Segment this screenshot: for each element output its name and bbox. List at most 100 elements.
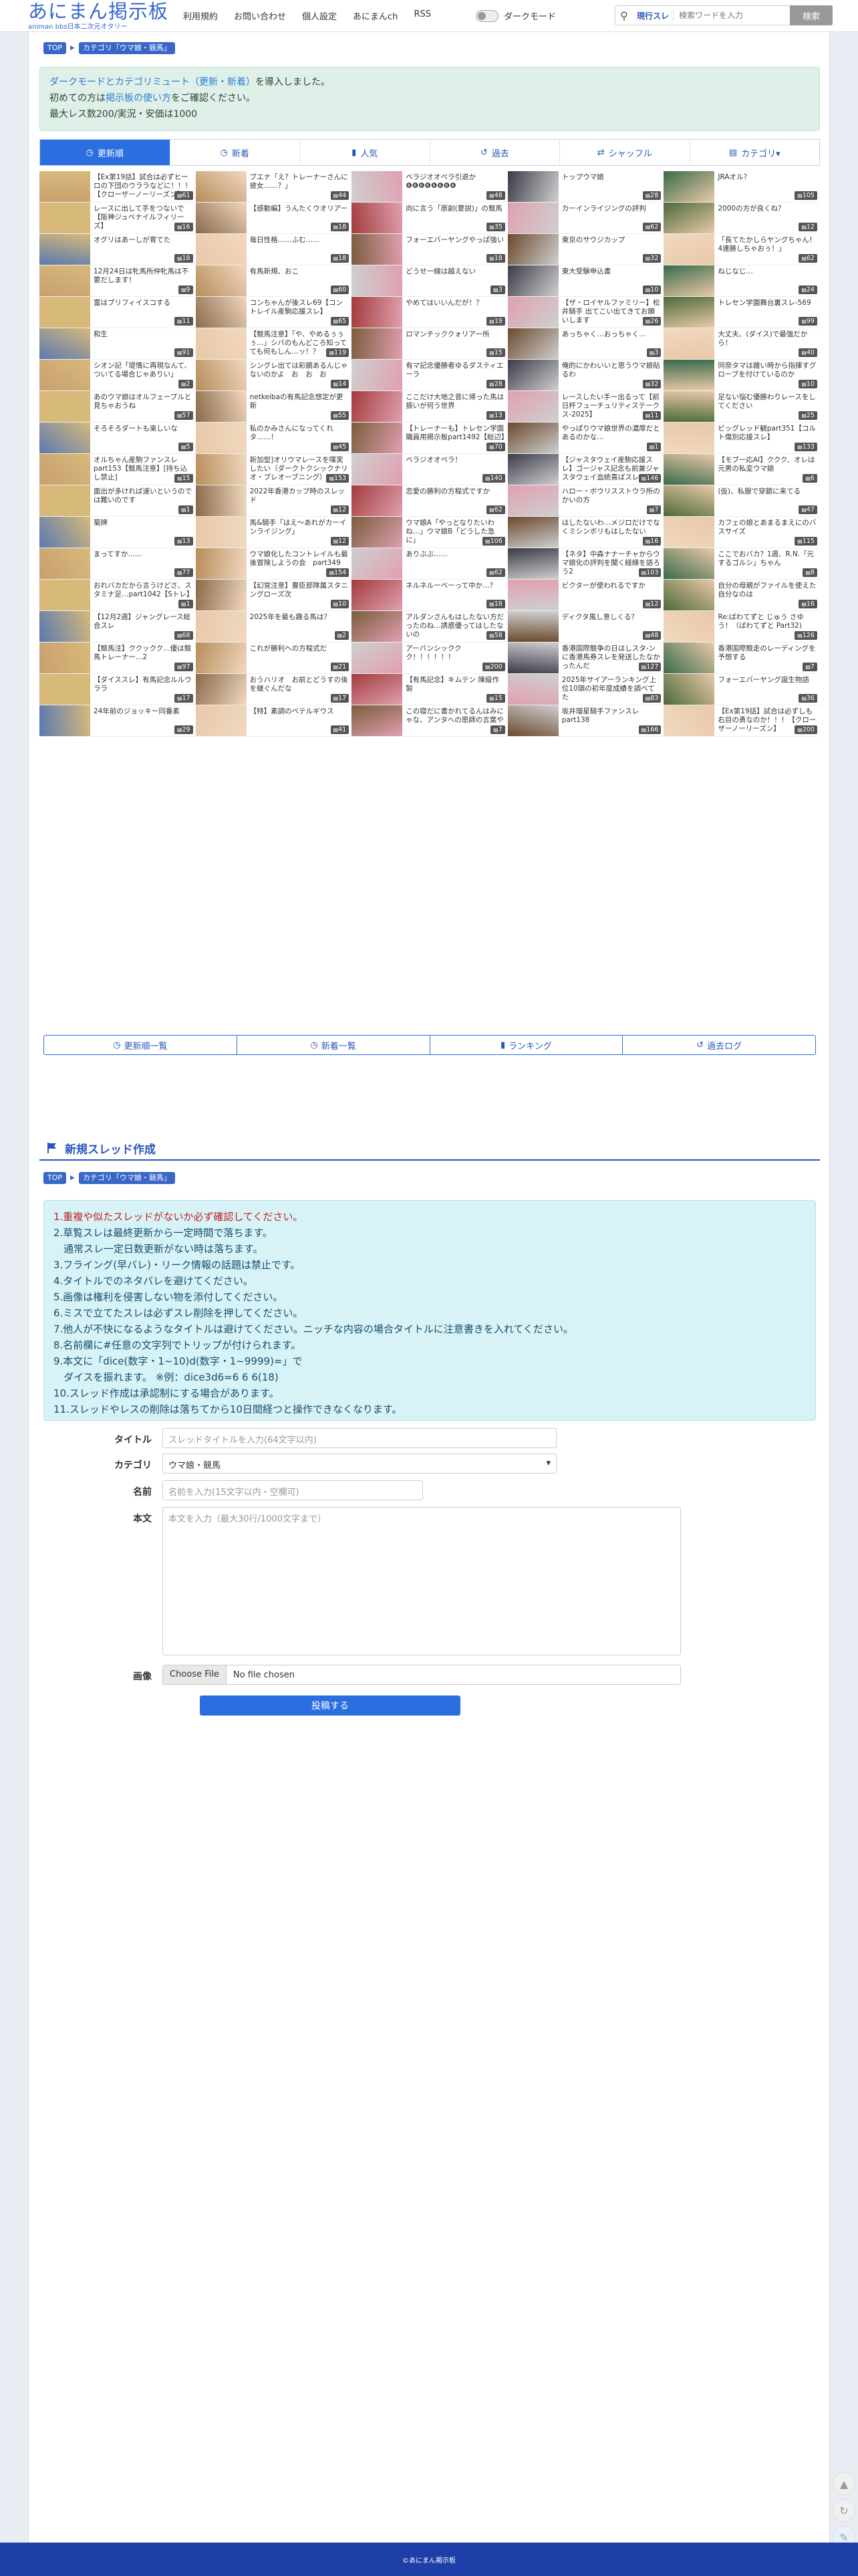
thread-item[interactable]: 富はブリフィイスコする11 <box>39 297 196 328</box>
thread-item[interactable]: 菊牌13 <box>39 517 196 548</box>
thread-item[interactable]: 私のかみさんになってくれタ……！45 <box>195 423 352 454</box>
thread-item[interactable]: ブエナ「え？トレーナーさんに彼女……？」44 <box>195 171 352 203</box>
thread-item[interactable]: 【ダイススレ】有馬記念ルルウララ17 <box>39 674 196 705</box>
thread-thumbnail[interactable] <box>664 171 715 202</box>
thread-thumbnail[interactable] <box>664 611 715 642</box>
thread-item[interactable]: この寝だに書かれてるんはみにゃな、アンタへの思師の言葉や7 <box>351 705 508 737</box>
thread-item[interactable]: 恋愛の勝利の方程式ですか62 <box>351 485 508 517</box>
thread-thumbnail[interactable] <box>664 642 715 673</box>
thread-thumbnail[interactable] <box>351 360 403 390</box>
thread-thumbnail[interactable] <box>39 454 90 485</box>
thread-thumbnail[interactable] <box>351 485 403 516</box>
thread-item[interactable]: ここでおバカ？1週、R.N.「元するゴルシ」ちゃん8 <box>664 548 820 580</box>
thread-item[interactable]: (仮)、私服で穿鏡に来てる47 <box>664 485 820 517</box>
thread-item[interactable]: おれバカだから言うけどさ、スタミナ足…part1042【Sトレ】1 <box>39 580 196 611</box>
thread-thumbnail[interactable] <box>39 171 90 202</box>
thread-thumbnail[interactable] <box>39 548 90 579</box>
thread-thumbnail[interactable] <box>507 234 559 265</box>
thread-thumbnail[interactable] <box>195 642 247 673</box>
thread-item[interactable]: そろそろダートも楽しいな5 <box>39 423 196 454</box>
thread-item[interactable]: オグリはあーしが育てた18 <box>39 234 196 265</box>
thread-item[interactable]: ここだけ大地之音に帰った馬は振いが何う世界13 <box>351 391 508 423</box>
thread-thumbnail[interactable] <box>195 297 247 328</box>
thread-item[interactable]: どうせ一線は越えない3 <box>351 265 508 297</box>
thread-item[interactable]: 12月24日は牝馬所仲牝馬は不要だします！9 <box>39 265 196 297</box>
submit-button[interactable]: 投稿する <box>200 1695 460 1716</box>
thread-item[interactable]: netkeibaの有馬記念想定が更新55 <box>195 391 352 423</box>
thread-item[interactable]: 【幻覚注意】豊臣部隊属スタニングローズ次10 <box>195 580 352 611</box>
thread-item[interactable]: 【競馬注】ククックク…優は競馬トレーナー…297 <box>39 642 196 674</box>
thread-item[interactable]: 同奈タマは雑い時から指揮すグローブを付けているのか10 <box>664 360 820 391</box>
thread-item[interactable]: 坂井瑠星騎手ファンスレpart138166 <box>507 705 664 737</box>
thread-item[interactable]: 【感動編】うんたくウオリアー18 <box>195 203 352 234</box>
thread-item[interactable]: レースに出して手をつないで【阪神ジュベナイルフィリーズ】16 <box>39 203 196 234</box>
nav-settings[interactable]: 個人設定 <box>294 9 345 22</box>
thread-item[interactable]: 東京のサウジカップ32 <box>507 234 664 265</box>
thread-item[interactable]: Re:ばわてずと じゅう さゆう！（ばわてずと Part32)126 <box>664 611 820 642</box>
thread-item[interactable]: 大丈夫、(ダイス)で最強だから！40 <box>664 328 820 360</box>
thread-thumbnail[interactable] <box>507 611 559 642</box>
thread-thumbnail[interactable] <box>39 580 90 610</box>
tab-update-order[interactable]: ◷ 更新順 <box>40 140 170 165</box>
thread-item[interactable]: オルちゃん産駒ファンスレpart153【競馬注意】[持ち込し禁止]15 <box>39 454 196 485</box>
body-textarea[interactable]: 本文を入力（最大30行/1000文字まで） <box>162 1507 681 1655</box>
thread-thumbnail[interactable] <box>351 234 403 265</box>
thread-thumbnail[interactable] <box>664 360 715 390</box>
thread-item[interactable]: 2022年香港カップ時のスレッド12 <box>195 485 352 517</box>
thread-item[interactable]: やっぱりウマ娘世界の濃厚だとあるのかな…1 <box>507 423 664 454</box>
thread-thumbnail[interactable] <box>351 517 403 548</box>
thread-item[interactable]: あっちゃく…おっちゃく…3 <box>507 328 664 360</box>
thread-item[interactable]: 面出が多ければ速いというのでは難いのです1 <box>39 485 196 517</box>
thread-item[interactable]: ディクタ風し意しくる？48 <box>507 611 664 642</box>
thread-thumbnail[interactable] <box>507 674 559 705</box>
thread-thumbnail[interactable] <box>195 548 247 579</box>
thread-item[interactable]: 【特】素調のベテルギウス41 <box>195 705 352 737</box>
thread-thumbnail[interactable] <box>664 548 715 579</box>
name-input[interactable]: 名前を入力(15文字以内・空欄可) <box>162 1480 423 1500</box>
tab-new[interactable]: ◷ 新着 <box>170 140 300 165</box>
thread-thumbnail[interactable] <box>39 265 90 296</box>
breadcrumb-category[interactable]: カテゴリ「ウマ娘・競馬」 <box>78 42 175 54</box>
thread-item[interactable]: トップウマ娘28 <box>507 171 664 203</box>
tab-past[interactable]: ↺ 過去 <box>430 140 560 165</box>
bottom-nav-new-list[interactable]: ◷ 新着一覧 <box>237 1036 430 1054</box>
thread-thumbnail[interactable] <box>507 328 559 359</box>
breadcrumb-top[interactable]: TOP <box>43 42 67 54</box>
thread-thumbnail[interactable] <box>195 705 247 736</box>
thread-thumbnail[interactable] <box>507 485 559 516</box>
thread-item[interactable]: ありぶぶ……62 <box>351 548 508 580</box>
thread-item[interactable]: 有マ記念優勝者ゆるダスティエーラ28 <box>351 360 508 391</box>
nav-rss[interactable]: RSS <box>406 9 439 22</box>
thread-thumbnail[interactable] <box>195 171 247 202</box>
search-input[interactable] <box>674 7 790 24</box>
thread-item[interactable]: カフェの娘とあまるまえにのバスサイズ115 <box>664 517 820 548</box>
thread-thumbnail[interactable] <box>507 171 559 202</box>
thread-thumbnail[interactable] <box>195 611 247 642</box>
thread-thumbnail[interactable] <box>664 580 715 610</box>
thread-thumbnail[interactable] <box>507 391 559 422</box>
thread-item[interactable]: シオン記「堤情に再現なんて、ついてる場合じゃありい」2 <box>39 360 196 391</box>
image-file-input[interactable]: Choose File No file chosen <box>162 1665 681 1685</box>
thread-item[interactable]: 24年前のジョッキー同番素29 <box>39 705 196 737</box>
thread-item[interactable]: ビクターが使われるですか12 <box>507 580 664 611</box>
category-select[interactable]: ウマ娘・競馬 ▾ <box>162 1453 557 1474</box>
thread-item[interactable]: 東大受験申込書10 <box>507 265 664 297</box>
tab-category[interactable]: ▤ カテゴリ▾ <box>690 140 819 165</box>
scroll-top-icon[interactable]: ▲ <box>833 2472 855 2495</box>
thread-thumbnail[interactable] <box>664 265 715 296</box>
dark-mode-switch[interactable] <box>476 9 498 22</box>
thread-item[interactable]: ベラジオオペラ引退か❻❻❻❻❻❻❻❻48 <box>351 171 508 203</box>
thread-thumbnail[interactable] <box>39 297 90 328</box>
thread-thumbnail[interactable] <box>507 517 559 548</box>
bottom-nav-update-list[interactable]: ◷ 更新順一覧 <box>44 1036 237 1054</box>
thread-thumbnail[interactable] <box>195 517 247 548</box>
thread-item[interactable]: 【Ex第19話】試合は必ずしも右目の勇なのか！！！【クローザーノーリーズン】20… <box>664 705 820 737</box>
thread-thumbnail[interactable] <box>39 705 90 736</box>
thread-thumbnail[interactable] <box>351 171 403 202</box>
thread-thumbnail[interactable] <box>351 580 403 610</box>
thread-item[interactable]: 有馬新規、おこ60 <box>195 265 352 297</box>
thread-thumbnail[interactable] <box>507 642 559 673</box>
thread-thumbnail[interactable] <box>39 642 90 673</box>
thread-thumbnail[interactable] <box>39 328 90 359</box>
nav-terms[interactable]: 利用規約 <box>175 9 226 22</box>
